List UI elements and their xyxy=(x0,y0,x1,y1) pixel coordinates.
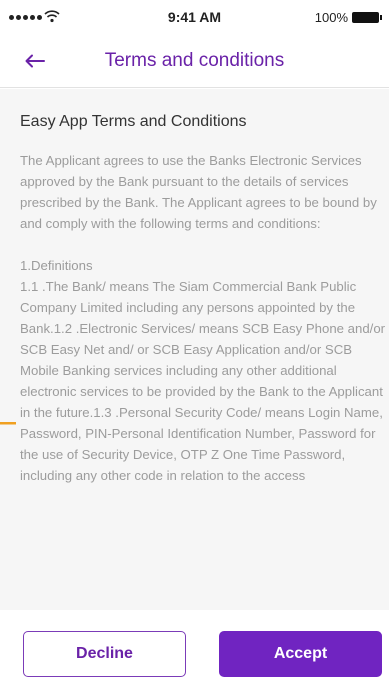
terms-content[interactable]: Easy App Terms and Conditions The Applic… xyxy=(0,89,389,610)
section-body: 1.1 .The Bank/ means The Siam Commercial… xyxy=(20,279,386,483)
nav-bar: Terms and conditions xyxy=(0,36,389,88)
section-heading: 1.Definitions xyxy=(20,258,93,273)
side-marker-icon xyxy=(0,422,16,425)
status-bar: 9:41 AM 100% xyxy=(0,0,389,36)
page-title: Terms and conditions xyxy=(104,50,285,71)
battery-icon xyxy=(352,12,382,23)
accept-button[interactable]: Accept xyxy=(219,631,382,677)
document-body: The Applicant agrees to use the Banks El… xyxy=(20,150,389,486)
battery-percentage: 100% xyxy=(314,10,348,25)
decline-button[interactable]: Decline xyxy=(23,631,186,677)
terms-screen: 9:41 AM 100% Terms and conditions Easy A… xyxy=(0,0,389,698)
intro-paragraph: The Applicant agrees to use the Banks El… xyxy=(20,153,377,231)
action-footer: Decline Accept xyxy=(0,610,389,698)
document-title: Easy App Terms and Conditions xyxy=(20,113,247,130)
